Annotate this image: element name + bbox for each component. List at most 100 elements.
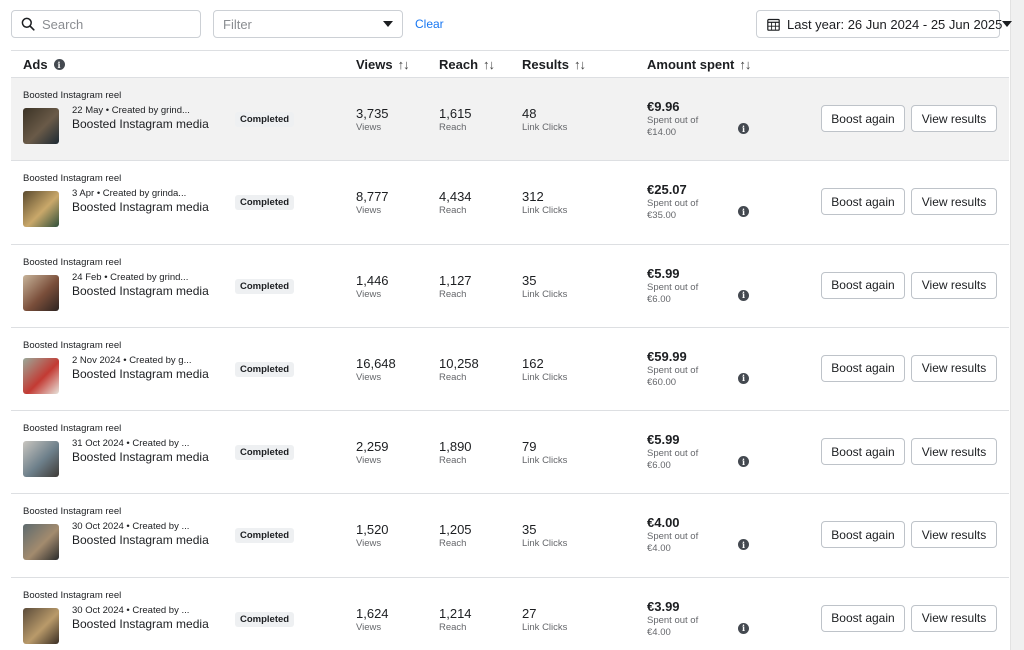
info-icon[interactable]: i: [738, 206, 749, 218]
filter-dropdown[interactable]: Filter: [213, 10, 403, 38]
ad-name[interactable]: Boosted Instagram media: [72, 117, 212, 132]
table-row[interactable]: Boosted Instagram reel 31 Oct 2024 • Cre…: [11, 411, 1009, 495]
amount-spent-cell: €9.96 Spent out of €14.00: [647, 99, 717, 139]
ad-thumbnail[interactable]: [23, 191, 59, 228]
column-header-results[interactable]: Results ↑↓: [522, 57, 586, 72]
ad-meta: 31 Oct 2024 • Created by ...: [72, 438, 190, 450]
column-header-views[interactable]: Views ↑↓: [356, 57, 410, 72]
sort-icon[interactable]: ↑↓: [574, 57, 586, 72]
ad-thumbnail[interactable]: [23, 607, 59, 644]
view-results-button[interactable]: View results: [911, 521, 997, 549]
reach-value: 1,214: [439, 605, 472, 621]
reach-label: Reach: [439, 538, 467, 550]
ad-name[interactable]: Boosted Instagram media: [72, 533, 212, 548]
ad-type-label: Boosted Instagram reel: [23, 173, 122, 185]
amount-value: €3.99: [647, 598, 680, 614]
table-row[interactable]: Boosted Instagram reel 30 Oct 2024 • Cre…: [11, 494, 1009, 578]
results-label: Link Clicks: [522, 538, 568, 550]
ad-thumbnail[interactable]: [23, 524, 59, 561]
clear-filters-link[interactable]: Clear: [415, 17, 444, 31]
ad-thumbnail[interactable]: [23, 441, 59, 478]
view-results-button[interactable]: View results: [911, 604, 997, 632]
views-value: 1,624: [356, 605, 389, 621]
table-row[interactable]: Boosted Instagram reel 2 Nov 2024 • Crea…: [11, 328, 1009, 412]
info-icon[interactable]: i: [738, 622, 749, 634]
info-icon[interactable]: i: [738, 372, 749, 384]
reach-cell: 1,890 Reach: [439, 439, 472, 466]
views-cell: 3,735 Views: [356, 106, 389, 133]
ad-name[interactable]: Boosted Instagram media: [72, 200, 212, 215]
views-cell: 16,648 Views: [356, 356, 396, 383]
table-row[interactable]: Boosted Instagram reel 30 Oct 2024 • Cre…: [11, 578, 1009, 650]
ad-meta: 30 Oct 2024 • Created by ...: [72, 521, 190, 533]
results-cell: 48 Link Clicks: [522, 106, 567, 133]
ad-name[interactable]: Boosted Instagram media: [72, 450, 212, 465]
search-input[interactable]: [42, 16, 192, 32]
sort-icon[interactable]: ↑↓: [483, 57, 495, 72]
search-icon: [21, 17, 35, 31]
search-box[interactable]: [11, 10, 201, 38]
amount-spent-cell: €5.99 Spent out of €6.00: [647, 432, 717, 472]
results-label: Link Clicks: [522, 455, 568, 467]
views-value: 3,735: [356, 106, 389, 121]
reach-label: Reach: [439, 621, 467, 633]
sort-icon[interactable]: ↑↓: [739, 57, 751, 72]
results-cell: 35 Link Clicks: [522, 273, 567, 300]
scrollbar[interactable]: [1010, 0, 1024, 650]
boost-again-button[interactable]: Boost again: [821, 271, 905, 299]
table-row[interactable]: Boosted Instagram reel 24 Feb • Created …: [11, 245, 1009, 328]
view-results-button[interactable]: View results: [911, 188, 997, 216]
column-label: Results: [522, 57, 569, 72]
view-results-button[interactable]: View results: [911, 271, 997, 299]
boost-again-button[interactable]: Boost again: [821, 354, 905, 382]
views-label: Views: [356, 288, 382, 300]
ad-type-label: Boosted Instagram reel: [23, 589, 122, 601]
column-header-reach[interactable]: Reach ↑↓: [439, 57, 495, 72]
info-icon[interactable]: i: [738, 289, 749, 301]
sort-icon[interactable]: ↑↓: [398, 57, 410, 72]
boost-again-button[interactable]: Boost again: [821, 105, 905, 132]
table-row[interactable]: Boosted Instagram reel 22 May • Created …: [11, 78, 1009, 162]
reach-cell: 10,258 Reach: [439, 356, 479, 383]
results-value: 312: [522, 189, 544, 205]
boost-again-button[interactable]: Boost again: [821, 521, 905, 549]
column-label: Ads: [23, 57, 48, 72]
ad-name[interactable]: Boosted Instagram media: [72, 284, 212, 299]
column-header-amount-spent[interactable]: Amount spent ↑↓: [647, 57, 751, 72]
views-label: Views: [356, 621, 382, 633]
boost-again-button[interactable]: Boost again: [821, 188, 905, 216]
table-row[interactable]: Boosted Instagram reel 3 Apr • Created b…: [11, 161, 1009, 245]
ad-thumbnail[interactable]: [23, 108, 59, 144]
amount-value: €4.00: [647, 515, 680, 531]
view-results-button[interactable]: View results: [911, 354, 997, 382]
spent-out-of: Spent out of €4.00: [647, 531, 699, 555]
spent-out-of: Spent out of €60.00: [647, 364, 699, 388]
view-results-button[interactable]: View results: [911, 105, 997, 132]
reach-label: Reach: [439, 455, 467, 467]
ad-name[interactable]: Boosted Instagram media: [72, 617, 212, 632]
status-badge: Completed: [235, 195, 295, 211]
views-value: 1,446: [356, 272, 389, 288]
boost-again-button[interactable]: Boost again: [821, 438, 905, 466]
results-value: 48: [522, 106, 537, 121]
views-cell: 1,624 Views: [356, 606, 389, 633]
column-label: Amount spent: [647, 57, 735, 72]
ad-thumbnail[interactable]: [23, 274, 59, 311]
spent-out-of: Spent out of €14.00: [647, 115, 699, 138]
spent-out-of: Spent out of €4.00: [647, 614, 699, 638]
info-icon[interactable]: i: [738, 123, 749, 134]
date-range-picker[interactable]: Last year: 26 Jun 2024 - 25 Jun 2025: [756, 10, 1013, 38]
toolbar: Filter Clear Last year: 26 Jun 2024 - 25…: [11, 10, 1013, 38]
ad-meta: 3 Apr • Created by grinda...: [72, 188, 187, 200]
ad-name[interactable]: Boosted Instagram media: [72, 367, 212, 382]
ad-thumbnail[interactable]: [23, 357, 59, 394]
ad-type-label: Boosted Instagram reel: [23, 423, 122, 435]
boost-again-button[interactable]: Boost again: [821, 604, 905, 632]
reach-cell: 1,615 Reach: [439, 106, 472, 133]
view-results-button[interactable]: View results: [911, 438, 997, 466]
ad-type-label: Boosted Instagram reel: [23, 506, 122, 518]
info-icon[interactable]: i: [738, 539, 749, 551]
info-icon[interactable]: i: [53, 59, 65, 70]
info-icon[interactable]: i: [738, 456, 749, 468]
reach-cell: 1,205 Reach: [439, 522, 472, 549]
